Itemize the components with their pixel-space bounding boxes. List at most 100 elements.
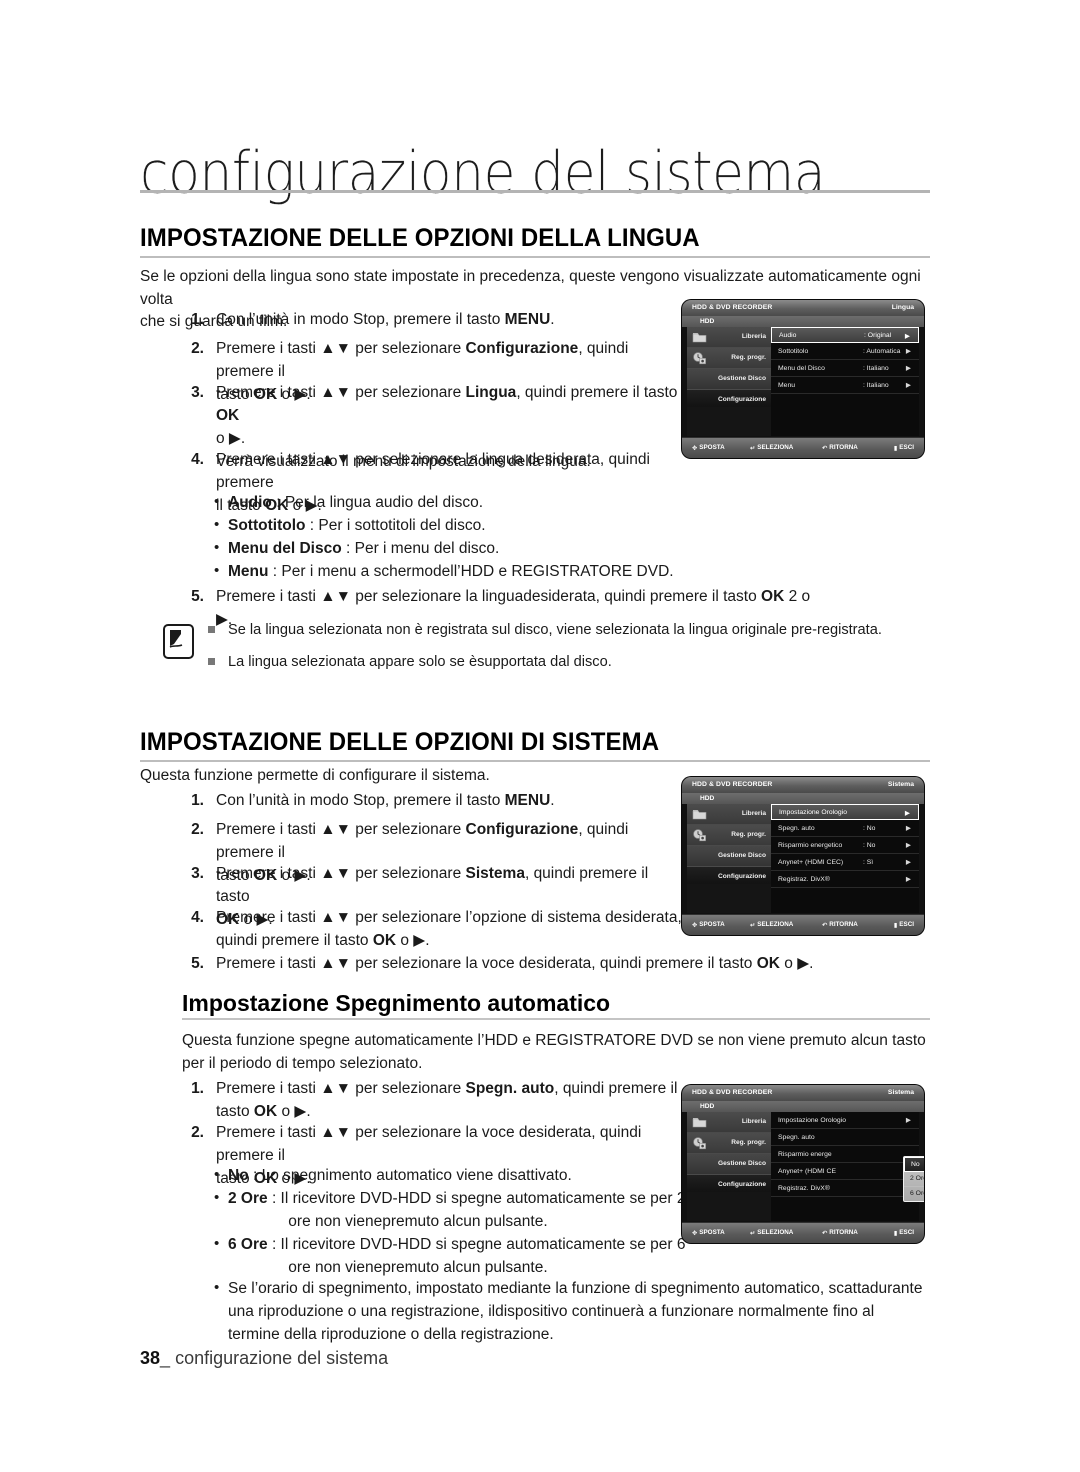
bullet-dot: •	[214, 1166, 220, 1183]
sidebar-item-label: Gestione Disco	[717, 375, 766, 382]
osd-menu-row-menu[interactable]: Menu : Italiano ▶	[771, 377, 919, 394]
osd-row-label: Registraz. DivX®	[778, 875, 830, 883]
osd-button-hints: ✥ SPOSTA ↵ SELEZIONA ↶ RITORNA ▮ ESCI	[682, 914, 924, 935]
osd-menu-row-menu-del-disco[interactable]: Menu del Disco : Italiano ▶	[771, 360, 919, 377]
return-icon: ↶	[822, 445, 828, 452]
osd-row-label: Anynet+ (HDMI CEC)	[778, 858, 844, 866]
osd-source-label: HDD	[700, 1103, 715, 1111]
osd-menu-row-impostazione-orologio[interactable]: Impostazione Orologio ▶	[771, 804, 919, 820]
footer-text: configurazione del sistema	[175, 1348, 389, 1368]
page-title: configurazione del sistema	[140, 139, 826, 208]
hint-esci: ▮ ESCI	[893, 921, 914, 929]
note-pencil-icon	[163, 624, 194, 659]
osd-menu-row-risparmio-energetico[interactable]: Risparmio energe	[771, 1146, 919, 1163]
folder-icon	[692, 807, 707, 821]
osd-row-value: : Italiano	[863, 364, 889, 372]
osd-menu-row-spegn-auto[interactable]: Spegn. auto : No ▶	[771, 820, 919, 837]
osd-titlebar: HDD & DVD RECORDER Sistema	[682, 1085, 924, 1102]
sidebar-item-libreria[interactable]: Libreria	[687, 804, 771, 825]
dropdown-option-2ore[interactable]: 2 Ore	[904, 1172, 924, 1187]
sidebar-item-reg-progr[interactable]: Reg. progr.	[687, 825, 771, 846]
autopower-intro: Questa funzione spegne automaticamente l…	[182, 1032, 926, 1072]
sidebar-filler	[687, 1192, 771, 1221]
osd-menu-row-impostazione-orologio[interactable]: Impostazione Orologio ▶	[771, 1112, 919, 1129]
osd-row-label: Menu	[778, 381, 796, 389]
osd-row-value: : No	[863, 841, 876, 849]
osd-menu-row-audio[interactable]: Audio : Original ▶	[771, 327, 919, 343]
osd-menu-row-spegn-auto[interactable]: Spegn. auto	[771, 1129, 919, 1146]
autopower-step-1: 1. Premere i tasti ▲▼ per selezionare Sp…	[182, 1077, 682, 1123]
osd-source-bar: HDD	[682, 1101, 924, 1112]
osd-menu-row-registraz-divx[interactable]: Registraz. DivX® ▶	[771, 1180, 919, 1197]
osd-menu-row-registraz-divx[interactable]: Registraz. DivX® ▶	[771, 871, 919, 888]
osd-row-value: : Italiano	[863, 381, 889, 389]
sidebar-item-reg-progr[interactable]: Reg. progr.	[687, 1133, 771, 1154]
note-item: Se la lingua selezionata non è registrat…	[208, 620, 1008, 641]
hint-esci: ▮ ESCI	[893, 444, 914, 452]
dropdown-option-no[interactable]: No ✓	[904, 1157, 924, 1172]
bullet-dot: •	[214, 516, 220, 533]
osd-menu-row-sottotitolo[interactable]: Sottotitolo : Automatica ▶	[771, 343, 919, 360]
subsection-divider-autopower	[182, 1018, 930, 1020]
hint-esci: ▮ ESCI	[893, 1229, 914, 1237]
sidebar-item-label: Gestione Disco	[717, 852, 766, 859]
hint-sposta: ✥ SPOSTA	[692, 444, 725, 452]
osd-row-label: Anynet+ (HDMI CE	[778, 1167, 836, 1175]
note-bullet-square	[208, 626, 215, 633]
sidebar-item-reg-progr[interactable]: Reg. progr.	[687, 348, 771, 369]
osd-menu-row-anynet[interactable]: Anynet+ (HDMI CEC) : Sì ▶	[771, 854, 919, 871]
chevron-right-icon: ▶	[905, 842, 911, 849]
sidebar-item-gestione-disco[interactable]: Gestione Disco	[687, 846, 771, 867]
osd-row-label: Risparmio energetico	[778, 841, 843, 849]
bullet-dot: •	[214, 562, 220, 579]
spegn-auto-dropdown[interactable]: No ✓ 2 Ore 6 Ore	[903, 1156, 924, 1202]
sidebar-item-label: Libreria	[741, 810, 766, 817]
folder-icon	[692, 330, 707, 344]
hint-seleziona: ↵ SELEZIONA	[750, 1229, 794, 1237]
step-number: 5.	[191, 588, 204, 605]
hint-ritorna: ↶ RITORNA	[822, 921, 858, 929]
manual-page: configurazione del sistema IMPOSTAZIONE …	[0, 0, 1080, 1472]
chevron-right-icon: ▶	[904, 332, 910, 340]
osd-row-label: Registraz. DivX®	[778, 1184, 830, 1192]
osd-source-label: HDD	[700, 795, 715, 803]
osd-menu-row-risparmio-energetico[interactable]: Risparmio energetico : No ▶	[771, 837, 919, 854]
step-text: Premere i tasti ▲▼ per selezionare Spegn…	[216, 1080, 678, 1120]
step-number: 1.	[191, 792, 204, 809]
note-item: La lingua selezionata appare solo se èsu…	[208, 652, 1008, 673]
bullet-dot: •	[214, 1189, 220, 1206]
osd-row-label: Menu del Disco	[778, 364, 825, 372]
exit-icon: ▮	[893, 445, 898, 452]
autopower-final-note: • Se l’orario di spegnimento, impostato …	[214, 1277, 930, 1346]
sidebar-item-libreria[interactable]: Libreria	[687, 327, 771, 348]
hint-sposta: ✥ SPOSTA	[692, 1229, 725, 1237]
osd-row-label: Risparmio energe	[778, 1150, 832, 1158]
osd-menu-row-anynet[interactable]: Anynet+ (HDMI CE	[771, 1163, 919, 1180]
sidebar-item-label: Reg. progr.	[731, 831, 766, 838]
step-number: 5.	[191, 955, 204, 972]
dropdown-option-6ore[interactable]: 6 Ore	[904, 1187, 924, 1201]
sidebar-item-gestione-disco[interactable]: Gestione Disco	[687, 1154, 771, 1175]
step-number: 2.	[191, 340, 204, 357]
return-icon: ↶	[822, 1230, 828, 1237]
sidebar-item-label: Configurazione	[718, 1181, 766, 1188]
bullet-dot: •	[214, 1279, 220, 1296]
step-text: Premere i tasti ▲▼ per selezionare l’opz…	[216, 909, 682, 949]
osd-row-label: Spegn. auto	[778, 1133, 815, 1141]
folder-icon	[692, 1115, 707, 1129]
sidebar-item-label: Libreria	[741, 333, 766, 340]
language-bullet-menu: • Menu : Per i menu a schermodell’HDD e …	[214, 560, 774, 583]
section-divider-language	[140, 256, 930, 258]
osd-row-label: Impostazione Orologio	[778, 1116, 847, 1124]
sidebar-item-gestione-disco[interactable]: Gestione Disco	[687, 369, 771, 390]
hint-ritorna: ↶ RITORNA	[822, 1229, 858, 1237]
step-number: 1.	[191, 1080, 204, 1097]
system-step-1: 1. Con l’unità in modo Stop, premere il …	[182, 789, 682, 812]
exit-icon: ▮	[893, 1230, 898, 1237]
autopower-bullet-2ore: • 2 Ore : Il ricevitore DVD-HDD si spegn…	[214, 1187, 734, 1233]
osd-source-label: HDD	[700, 318, 715, 326]
page-footer: 38_ configurazione del sistema	[140, 1348, 388, 1369]
section-heading-language: IMPOSTAZIONE DELLE OPZIONI DELLA LINGUA	[140, 224, 700, 252]
exit-icon: ▮	[893, 922, 898, 929]
sidebar-item-libreria[interactable]: Libreria	[687, 1112, 771, 1133]
